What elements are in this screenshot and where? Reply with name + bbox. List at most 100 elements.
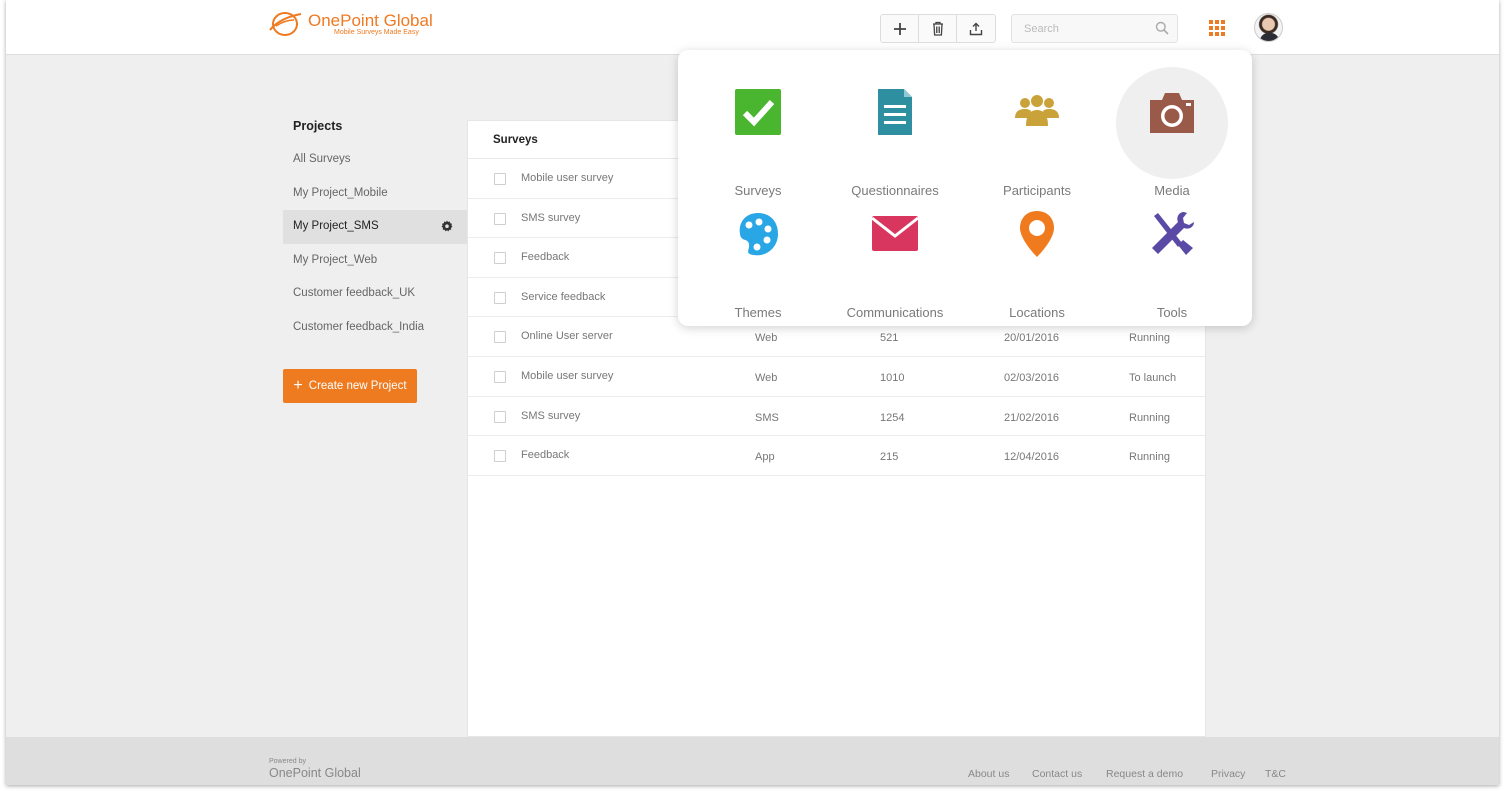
row-checkbox[interactable] <box>494 331 506 344</box>
brand-tagline: Mobile Surveys Made Easy <box>334 29 419 36</box>
survey-responses: 1010 <box>880 371 905 384</box>
survey-channel: SMS <box>755 411 779 424</box>
grid-icon <box>1209 20 1225 36</box>
survey-name: Mobile user survey <box>521 172 614 184</box>
table-row[interactable]: Feedback App 215 12/04/2016 Running <box>468 436 1205 476</box>
row-checkbox[interactable] <box>494 370 506 383</box>
app-tile-label: Participants <box>1003 183 1071 198</box>
row-checkbox[interactable] <box>494 410 506 423</box>
sidebar-item-my-project-web[interactable]: My Project_Web <box>283 244 467 278</box>
add-button[interactable] <box>881 15 919 42</box>
survey-name: Feedback <box>521 449 570 462</box>
survey-date: 21/02/2016 <box>1004 411 1060 424</box>
footer-link-terms[interactable]: T&C <box>1265 768 1286 780</box>
app-tile-label: Surveys <box>734 183 782 198</box>
app-tile-media[interactable]: Media <box>1107 88 1237 198</box>
sidebar-item-label: My Project_SMS <box>293 220 379 232</box>
sidebar-item-all-surveys[interactable]: All Surveys <box>283 143 467 177</box>
search-input[interactable] <box>1012 15 1142 42</box>
survey-date: 02/03/2016 <box>1004 371 1060 384</box>
create-project-label: Create new Project <box>308 380 407 392</box>
survey-status: Running <box>1129 411 1170 424</box>
palette-icon <box>739 213 778 256</box>
app-tile-tools[interactable]: Tools <box>1107 210 1237 320</box>
survey-status: Running <box>1129 451 1170 464</box>
plus-icon: + <box>293 377 303 394</box>
projects-heading: Projects <box>293 119 343 133</box>
row-checkbox[interactable] <box>494 291 506 304</box>
logo-swirl-icon <box>269 12 302 36</box>
create-project-button[interactable]: + Create new Project <box>283 369 417 403</box>
row-checkbox[interactable] <box>494 252 506 265</box>
sidebar-item-label: My Project_Web <box>293 253 378 266</box>
powered-by-label: Powered by <box>269 758 306 765</box>
table-row[interactable]: SMS survey SMS 1254 21/02/2016 Running <box>468 397 1205 437</box>
trash-icon <box>932 21 943 36</box>
apps-menu-popup: Surveys Questionnaires Participants Medi… <box>678 50 1252 326</box>
sidebar-item-my-project-mobile[interactable]: My Project_Mobile <box>283 177 467 211</box>
survey-channel: App <box>755 451 775 464</box>
search-icon[interactable] <box>1155 21 1169 35</box>
survey-name: Mobile user survey <box>521 369 614 382</box>
search-box <box>1011 14 1178 43</box>
survey-status: Running <box>1129 332 1170 345</box>
survey-responses: 215 <box>880 451 899 464</box>
tools-icon <box>1152 212 1194 255</box>
app-tile-label: Themes <box>734 305 782 320</box>
table-row[interactable]: Mobile user survey Web 1010 02/03/2016 To la… <box>468 357 1205 397</box>
camera-icon <box>1150 93 1194 133</box>
survey-name: Feedback <box>521 251 570 264</box>
survey-responses: 1254 <box>880 411 905 424</box>
action-toolbar <box>880 14 996 43</box>
export-button[interactable] <box>957 15 995 42</box>
document-icon <box>878 89 912 135</box>
brand-name: OnePoint Global <box>308 11 433 30</box>
envelope-icon <box>871 216 919 251</box>
apps-menu-button[interactable] <box>1209 20 1225 36</box>
survey-channel: Web <box>755 371 778 384</box>
row-checkbox[interactable] <box>494 173 506 185</box>
survey-responses: 521 <box>880 332 899 345</box>
survey-name: SMS survey <box>521 409 581 422</box>
survey-date: 20/01/2016 <box>1004 332 1060 345</box>
app-tile-themes[interactable]: Themes <box>693 210 823 320</box>
delete-button[interactable] <box>919 15 957 42</box>
app-tile-locations[interactable]: Locations <box>972 210 1102 320</box>
footer-link-request-demo[interactable]: Request a demo <box>1106 768 1183 780</box>
top-header: OnePoint Global Mobile Surveys Made Easy <box>6 0 1499 55</box>
app-tile-label: Questionnaires <box>851 183 939 198</box>
survey-name: Service feedback <box>521 290 606 303</box>
row-checkbox[interactable] <box>494 212 506 225</box>
page-footer: Powered by OnePoint Global About us Cont… <box>6 737 1499 785</box>
brand-logo[interactable]: OnePoint Global Mobile Surveys Made Easy <box>268 8 433 40</box>
sidebar-item-customer-feedback-india[interactable]: Customer feedback_India <box>283 311 467 345</box>
app-tile-label: Tools <box>1156 305 1188 320</box>
people-icon <box>1015 95 1059 126</box>
survey-name: Online User server <box>521 330 613 343</box>
footer-link-about[interactable]: About us <box>968 768 1009 780</box>
row-checkbox[interactable] <box>494 450 506 463</box>
sidebar-item-label: Customer feedback_India <box>293 320 425 333</box>
gear-icon[interactable] <box>441 220 453 232</box>
app-tile-communications[interactable]: Communications <box>830 210 960 320</box>
map-pin-icon <box>1020 211 1054 257</box>
sidebar-item-customer-feedback-uk[interactable]: Customer feedback_UK <box>283 277 467 311</box>
app-window: OnePoint Global Mobile Surveys Made Easy <box>6 0 1499 785</box>
footer-link-privacy[interactable]: Privacy <box>1211 768 1245 780</box>
sidebar-item-label: Customer feedback_UK <box>293 287 416 299</box>
survey-channel: Web <box>755 332 778 345</box>
upload-icon <box>969 22 983 35</box>
survey-date: 12/04/2016 <box>1004 451 1060 464</box>
app-tile-surveys[interactable]: Surveys <box>693 88 823 198</box>
app-tile-questionnaires[interactable]: Questionnaires <box>830 88 960 198</box>
survey-name: SMS survey <box>521 211 581 224</box>
add-icon <box>893 22 906 35</box>
footer-brand: OnePoint Global <box>269 766 361 780</box>
sidebar-item-my-project-sms[interactable]: My Project_SMS <box>283 210 467 244</box>
app-tile-label: Communications <box>846 305 944 320</box>
app-tile-label: Locations <box>1009 305 1065 320</box>
user-avatar[interactable] <box>1254 13 1283 42</box>
app-tile-participants[interactable]: Participants <box>972 88 1102 198</box>
sidebar-item-label: All Surveys <box>293 153 351 165</box>
footer-link-contact[interactable]: Contact us <box>1032 768 1082 780</box>
